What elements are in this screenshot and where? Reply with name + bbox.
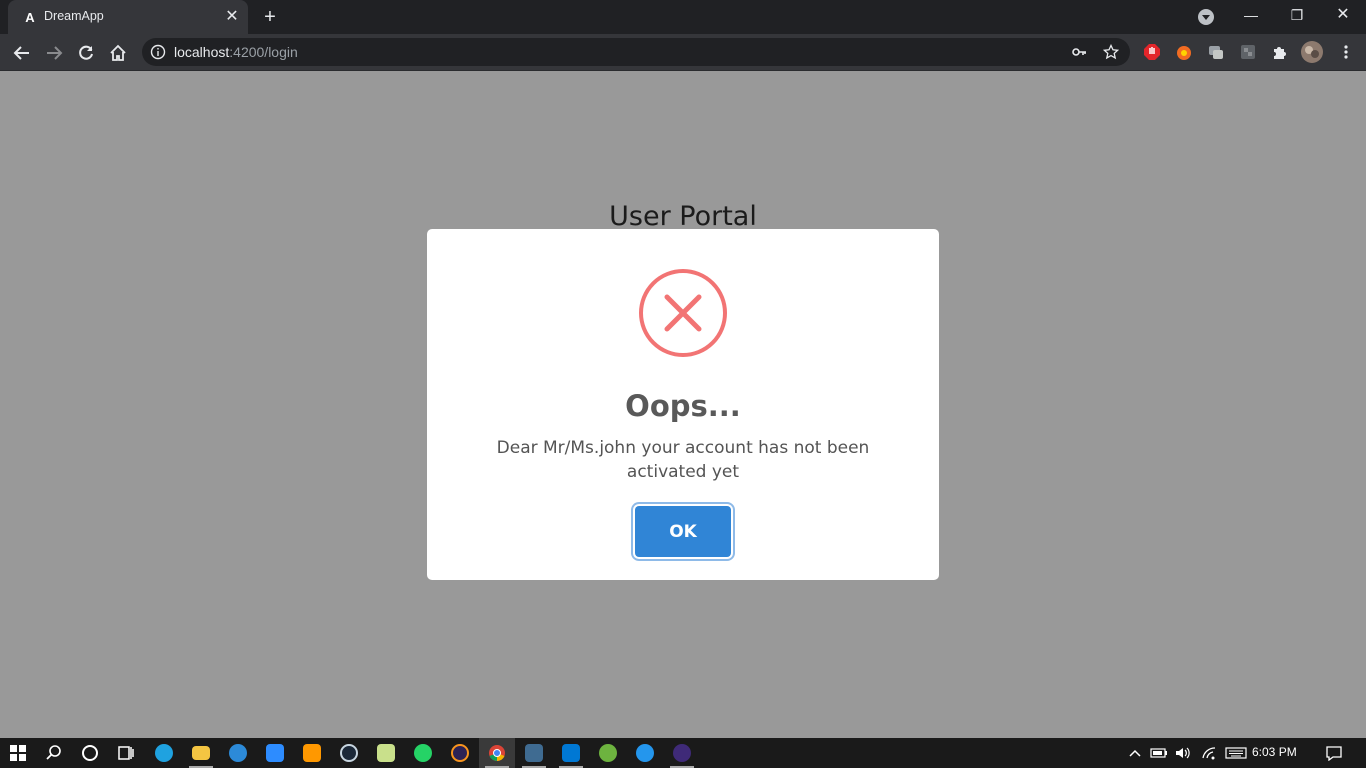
internet-explorer-icon[interactable] bbox=[220, 738, 256, 768]
docker-icon[interactable] bbox=[627, 738, 663, 768]
battery-icon[interactable] bbox=[1148, 738, 1170, 768]
new-tab-button[interactable]: + bbox=[258, 6, 282, 28]
angular-favicon-icon: A bbox=[25, 9, 35, 25]
notepad-icon[interactable] bbox=[368, 738, 404, 768]
home-icon[interactable] bbox=[104, 39, 132, 67]
error-x-icon bbox=[639, 269, 727, 357]
tab-title: DreamApp bbox=[44, 9, 104, 23]
password-key-icon[interactable] bbox=[1070, 43, 1088, 61]
adblock-extension-icon[interactable] bbox=[1142, 42, 1162, 62]
edge-icon[interactable] bbox=[146, 738, 182, 768]
chrome-icon[interactable] bbox=[479, 738, 515, 768]
volume-icon[interactable] bbox=[1172, 738, 1194, 768]
reload-icon[interactable] bbox=[72, 39, 100, 67]
eclipse-icon[interactable] bbox=[442, 738, 478, 768]
url-path: :4200/login bbox=[229, 44, 298, 60]
address-bar[interactable]: localhost:4200/login bbox=[142, 38, 1130, 66]
browser-menu-icon[interactable] bbox=[1336, 42, 1356, 62]
grey-extension-icon[interactable] bbox=[1238, 42, 1258, 62]
wifi-icon[interactable] bbox=[1197, 738, 1221, 768]
mysql-workbench-icon[interactable] bbox=[516, 738, 552, 768]
search-icon[interactable] bbox=[36, 738, 72, 768]
minimize-icon[interactable]: — bbox=[1228, 0, 1274, 30]
browser-tab[interactable]: A DreamApp ✕ bbox=[8, 0, 248, 34]
extensions-puzzle-icon[interactable] bbox=[1270, 42, 1290, 62]
profile-avatar[interactable] bbox=[1300, 40, 1324, 64]
browser-toolbar: localhost:4200/login bbox=[0, 34, 1366, 71]
eclipse-ide-icon[interactable] bbox=[664, 738, 700, 768]
url-host: localhost bbox=[174, 44, 230, 60]
page-viewport: User Portal Oops... Dear Mr/Ms.john your… bbox=[0, 71, 1366, 738]
site-info-icon[interactable] bbox=[150, 44, 166, 60]
task-view-icon[interactable] bbox=[108, 738, 144, 768]
tab-close-icon[interactable]: ✕ bbox=[222, 7, 242, 27]
keyboard-icon[interactable] bbox=[1222, 738, 1250, 768]
cortana-icon[interactable] bbox=[72, 738, 108, 768]
notification-center-icon[interactable] bbox=[1318, 738, 1350, 768]
steam-icon[interactable] bbox=[331, 738, 367, 768]
tab-search-icon[interactable] bbox=[1198, 9, 1214, 25]
windows-start-icon[interactable] bbox=[0, 738, 36, 768]
sublime-text-icon[interactable] bbox=[294, 738, 330, 768]
url-text[interactable]: localhost:4200/login bbox=[174, 44, 298, 60]
tab-strip: A DreamApp ✕ + — ❐ ✕ bbox=[0, 0, 1366, 34]
honey-extension-icon[interactable] bbox=[1174, 42, 1194, 62]
spring-tool-icon[interactable] bbox=[590, 738, 626, 768]
file-explorer-icon[interactable] bbox=[183, 738, 219, 768]
dialog-title: Oops... bbox=[625, 389, 741, 423]
translate-extension-icon[interactable] bbox=[1206, 42, 1226, 62]
whatsapp-icon[interactable] bbox=[405, 738, 441, 768]
error-dialog: Oops... Dear Mr/Ms.john your account has… bbox=[427, 229, 939, 580]
tray-chevron-icon[interactable] bbox=[1124, 738, 1146, 768]
restore-icon[interactable]: ❐ bbox=[1274, 0, 1320, 30]
bookmark-star-icon[interactable] bbox=[1102, 43, 1120, 61]
window-close-icon[interactable]: ✕ bbox=[1320, 0, 1366, 30]
forward-arrow-icon[interactable] bbox=[40, 39, 68, 67]
page-title: User Portal bbox=[609, 201, 757, 232]
dialog-message: Dear Mr/Ms.john your account has not bee… bbox=[496, 438, 870, 482]
back-arrow-icon[interactable] bbox=[8, 39, 36, 67]
zoom-icon[interactable] bbox=[257, 738, 293, 768]
ok-button[interactable]: OK bbox=[635, 506, 731, 557]
taskbar-clock[interactable]: 6:03 PM bbox=[1252, 745, 1297, 759]
windows-taskbar: 6:03 PM bbox=[0, 738, 1366, 768]
vscode-icon[interactable] bbox=[553, 738, 589, 768]
